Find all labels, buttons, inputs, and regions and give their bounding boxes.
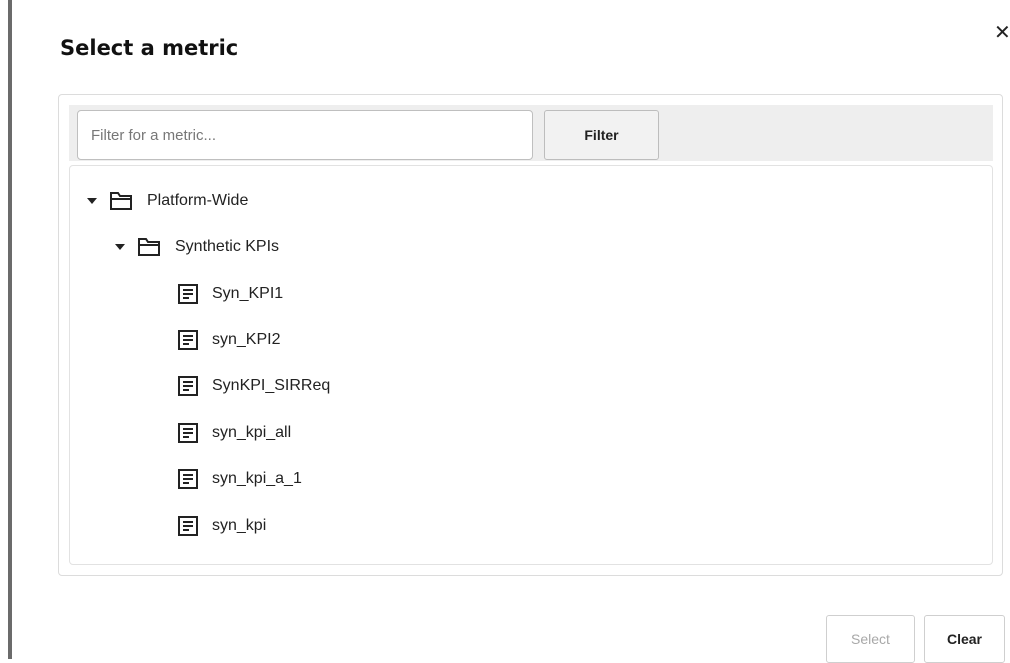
tree-node-synthetic-kpis[interactable]: Synthetic KPIs (115, 234, 279, 260)
left-edge-bar (8, 0, 12, 659)
metric-item[interactable]: SynKPI_SIRReq (178, 373, 330, 399)
tree-node-label: Synthetic KPIs (175, 238, 280, 255)
clear-button[interactable]: Clear (924, 615, 1005, 663)
expand-caret-icon[interactable] (115, 244, 125, 250)
metric-tree: Platform-Wide Synthetic KPIs Syn_KPI1 sy… (69, 165, 993, 565)
metric-doc-icon (178, 423, 198, 443)
metric-item[interactable]: syn_KPI2 (178, 327, 280, 353)
metric-panel: Filter Platform-Wide Synthetic KP (58, 94, 1003, 576)
tree-node-label: Platform-Wide (147, 192, 249, 209)
metric-item[interactable]: Syn_KPI1 (178, 281, 283, 307)
filter-button[interactable]: Filter (544, 110, 659, 160)
metric-doc-icon (178, 469, 198, 489)
metric-doc-icon (178, 284, 198, 304)
metric-filter-input[interactable] (77, 110, 533, 160)
select-button[interactable]: Select (826, 615, 915, 663)
expand-caret-icon[interactable] (87, 198, 97, 204)
tree-node-platform-wide[interactable]: Platform-Wide (87, 188, 248, 214)
metric-item-label: syn_kpi_a_1 (212, 470, 302, 487)
metric-item[interactable]: syn_kpi (178, 513, 266, 539)
dialog-title: Select a metric (60, 36, 239, 60)
metric-item[interactable]: syn_kpi_all (178, 420, 291, 446)
metric-doc-icon (178, 376, 198, 396)
metric-item-label: syn_kpi (212, 517, 267, 534)
metric-item[interactable]: syn_kpi_a_1 (178, 466, 302, 492)
metric-item-label: SynKPI_SIRReq (212, 377, 331, 394)
metric-item-label: syn_KPI2 (212, 331, 281, 348)
close-icon[interactable]: ✕ (994, 22, 1010, 44)
folder-icon (137, 237, 161, 257)
folder-icon (109, 191, 133, 211)
metric-doc-icon (178, 330, 198, 350)
filter-bar: Filter (69, 105, 993, 161)
metric-doc-icon (178, 516, 198, 536)
metric-item-label: Syn_KPI1 (212, 285, 284, 302)
metric-item-label: syn_kpi_all (212, 424, 292, 441)
